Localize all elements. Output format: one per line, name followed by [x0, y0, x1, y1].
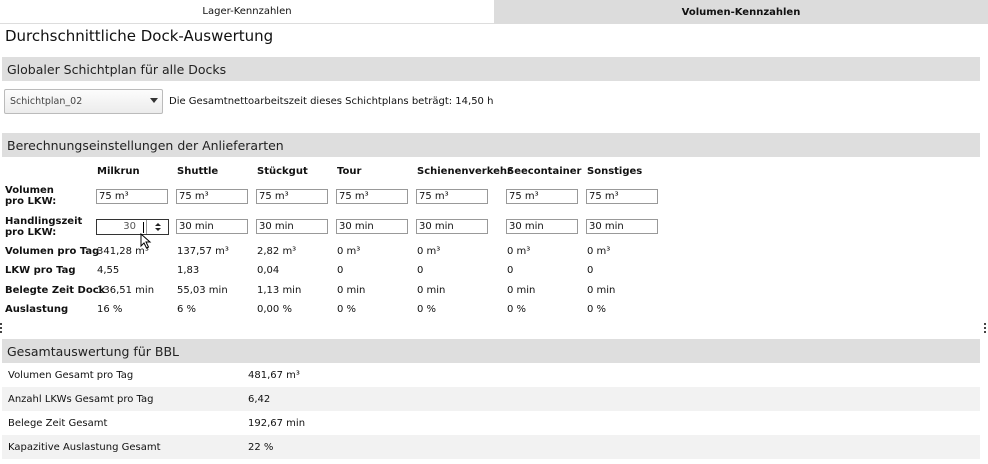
summary-row: Belege Zeit Gesamt 192,67 min [2, 411, 980, 435]
summary-row: Kapazitive Auslastung Gesamt 22 % [2, 435, 980, 459]
lkw-tag-stueckgut: 0,04 [257, 265, 280, 276]
text-cursor [143, 222, 144, 233]
column-header-sonstiges: Sonstiges [587, 166, 643, 177]
schichtplan-select[interactable]: Schichtplan_02 [4, 89, 163, 114]
volumen-lkw-input-stueckgut[interactable]: 75 m³ [256, 189, 328, 204]
section-header-gesamt: Gesamtauswertung für BBL [2, 339, 980, 363]
column-header-stueckgut: Stückgut [257, 166, 308, 177]
page-title: Durchschnittliche Dock-Auswertung [5, 27, 274, 45]
handlingszeit-input-seecontainer[interactable]: 30 min [506, 219, 578, 234]
summary-value: 6,42 [248, 393, 271, 405]
lkw-tag-shuttle: 1,83 [177, 265, 200, 276]
row-label-volumen-lkw: Volumen pro LKW: [5, 185, 56, 207]
row-label-volumen-tag: Volumen pro Tag [5, 246, 100, 257]
auslastung-sonstiges: 0 % [587, 304, 607, 315]
volumen-lkw-input-schienenverkehr[interactable]: 75 m³ [416, 189, 488, 204]
handlingszeit-spinner-milkrun[interactable]: 30 [96, 219, 169, 235]
section-header-berechnung: Berechnungseinstellungen der Anlieferart… [2, 133, 980, 157]
summary-label: Kapazitive Auslastung Gesamt [8, 441, 161, 453]
volumen-tag-tour: 0 m³ [337, 246, 361, 257]
summary-row: Volumen Gesamt pro Tag 481,67 m³ [2, 363, 980, 387]
handlingszeit-input-stueckgut[interactable]: 30 min [256, 219, 328, 234]
belegte-zeit-stueckgut: 1,13 min [257, 285, 302, 296]
schichtplan-info: Die Gesamtnettoarbeitszeit dieses Schich… [169, 96, 494, 107]
summary-row: Anzahl LKWs Gesamt pro Tag 6,42 [2, 387, 980, 411]
auslastung-shuttle: 6 % [177, 304, 197, 315]
auslastung-seecontainer: 0 % [507, 304, 527, 315]
summary-value: 481,67 m³ [248, 369, 300, 381]
volumen-lkw-input-tour[interactable]: 75 m³ [336, 189, 408, 204]
lkw-tag-sonstiges: 0 [587, 265, 594, 276]
tab-lager-kennzahlen[interactable]: Lager-Kennzahlen [0, 0, 494, 24]
volumen-tag-stueckgut: 2,82 m³ [257, 246, 297, 257]
lkw-tag-schienenverkehr: 0 [417, 265, 424, 276]
belegte-zeit-schienenverkehr: 0 min [417, 285, 446, 296]
volumen-tag-sonstiges: 0 m³ [587, 246, 611, 257]
column-header-tour: Tour [337, 166, 362, 177]
volumen-lkw-input-milkrun[interactable]: 75 m³ [96, 189, 168, 204]
volumen-tag-shuttle: 137,57 m³ [177, 246, 229, 257]
spinner-down-icon[interactable] [154, 228, 161, 231]
auslastung-milkrun: 16 % [97, 304, 123, 315]
belegte-zeit-milkrun: 136,51 min [97, 285, 155, 296]
column-header-seecontainer: Seecontainer [507, 166, 582, 177]
column-header-milkrun: Milkrun [97, 166, 140, 177]
row-label-line: pro LKW: [5, 227, 57, 238]
handlingszeit-input-shuttle[interactable]: 30 min [176, 219, 248, 234]
volumen-lkw-input-seecontainer[interactable]: 75 m³ [506, 189, 578, 204]
row-label-line: Handlingszeit [5, 216, 83, 227]
tab-bar: Lager-Kennzahlen Volumen-Kennzahlen [0, 0, 988, 24]
row-label-lkw-tag: LKW pro Tag [5, 265, 76, 276]
spinner-arrows-icon[interactable] [146, 220, 168, 234]
chevron-down-icon [150, 98, 158, 103]
lkw-tag-tour: 0 [337, 265, 344, 276]
row-label-line: pro LKW: [5, 196, 57, 207]
volumen-lkw-input-sonstiges[interactable]: 75 m³ [586, 189, 658, 204]
mouse-pointer-icon [140, 233, 152, 249]
column-header-shuttle: Shuttle [177, 166, 219, 177]
tab-volumen-kennzahlen[interactable]: Volumen-Kennzahlen [494, 0, 988, 24]
belegte-zeit-tour: 0 min [337, 285, 366, 296]
row-label-handlingszeit: Handlingszeit pro LKW: [5, 216, 82, 238]
column-header-schienenverkehr: Schienenverkehr [417, 166, 512, 177]
lkw-tag-milkrun: 4,55 [97, 265, 120, 276]
row-label-auslastung: Auslastung [5, 304, 69, 315]
belegte-zeit-sonstiges: 0 min [587, 285, 616, 296]
belegte-zeit-shuttle: 55,03 min [177, 285, 228, 296]
row-label-line: Volumen [5, 185, 54, 196]
summary-value: 22 % [248, 441, 274, 453]
splitter-handle-left[interactable] [0, 323, 3, 335]
schichtplan-selected-value: Schichtplan_02 [10, 96, 83, 107]
summary-label: Volumen Gesamt pro Tag [8, 369, 134, 381]
volumen-tag-schienenverkehr: 0 m³ [417, 246, 441, 257]
section-header-schichtplan: Globaler Schichtplan für alle Docks [2, 57, 980, 81]
volumen-lkw-input-shuttle[interactable]: 75 m³ [176, 189, 248, 204]
handlingszeit-input-tour[interactable]: 30 min [336, 219, 408, 234]
auslastung-tour: 0 % [337, 304, 357, 315]
handlingszeit-input-sonstiges[interactable]: 30 min [586, 219, 658, 234]
spinner-up-icon[interactable] [154, 223, 161, 226]
splitter-handle-right[interactable] [984, 323, 987, 335]
volumen-tag-seecontainer: 0 m³ [507, 246, 531, 257]
belegte-zeit-seecontainer: 0 min [507, 285, 536, 296]
lkw-tag-seecontainer: 0 [507, 265, 514, 276]
row-label-belegte-zeit: Belegte Zeit Dock [5, 285, 106, 296]
handlingszeit-value: 30 [123, 221, 136, 232]
summary-value: 192,67 min [248, 417, 306, 429]
summary-label: Anzahl LKWs Gesamt pro Tag [8, 393, 154, 405]
auslastung-stueckgut: 0,00 % [257, 304, 292, 315]
handlingszeit-input-schienenverkehr[interactable]: 30 min [416, 219, 488, 234]
auslastung-schienenverkehr: 0 % [417, 304, 437, 315]
summary-label: Belege Zeit Gesamt [8, 417, 108, 429]
